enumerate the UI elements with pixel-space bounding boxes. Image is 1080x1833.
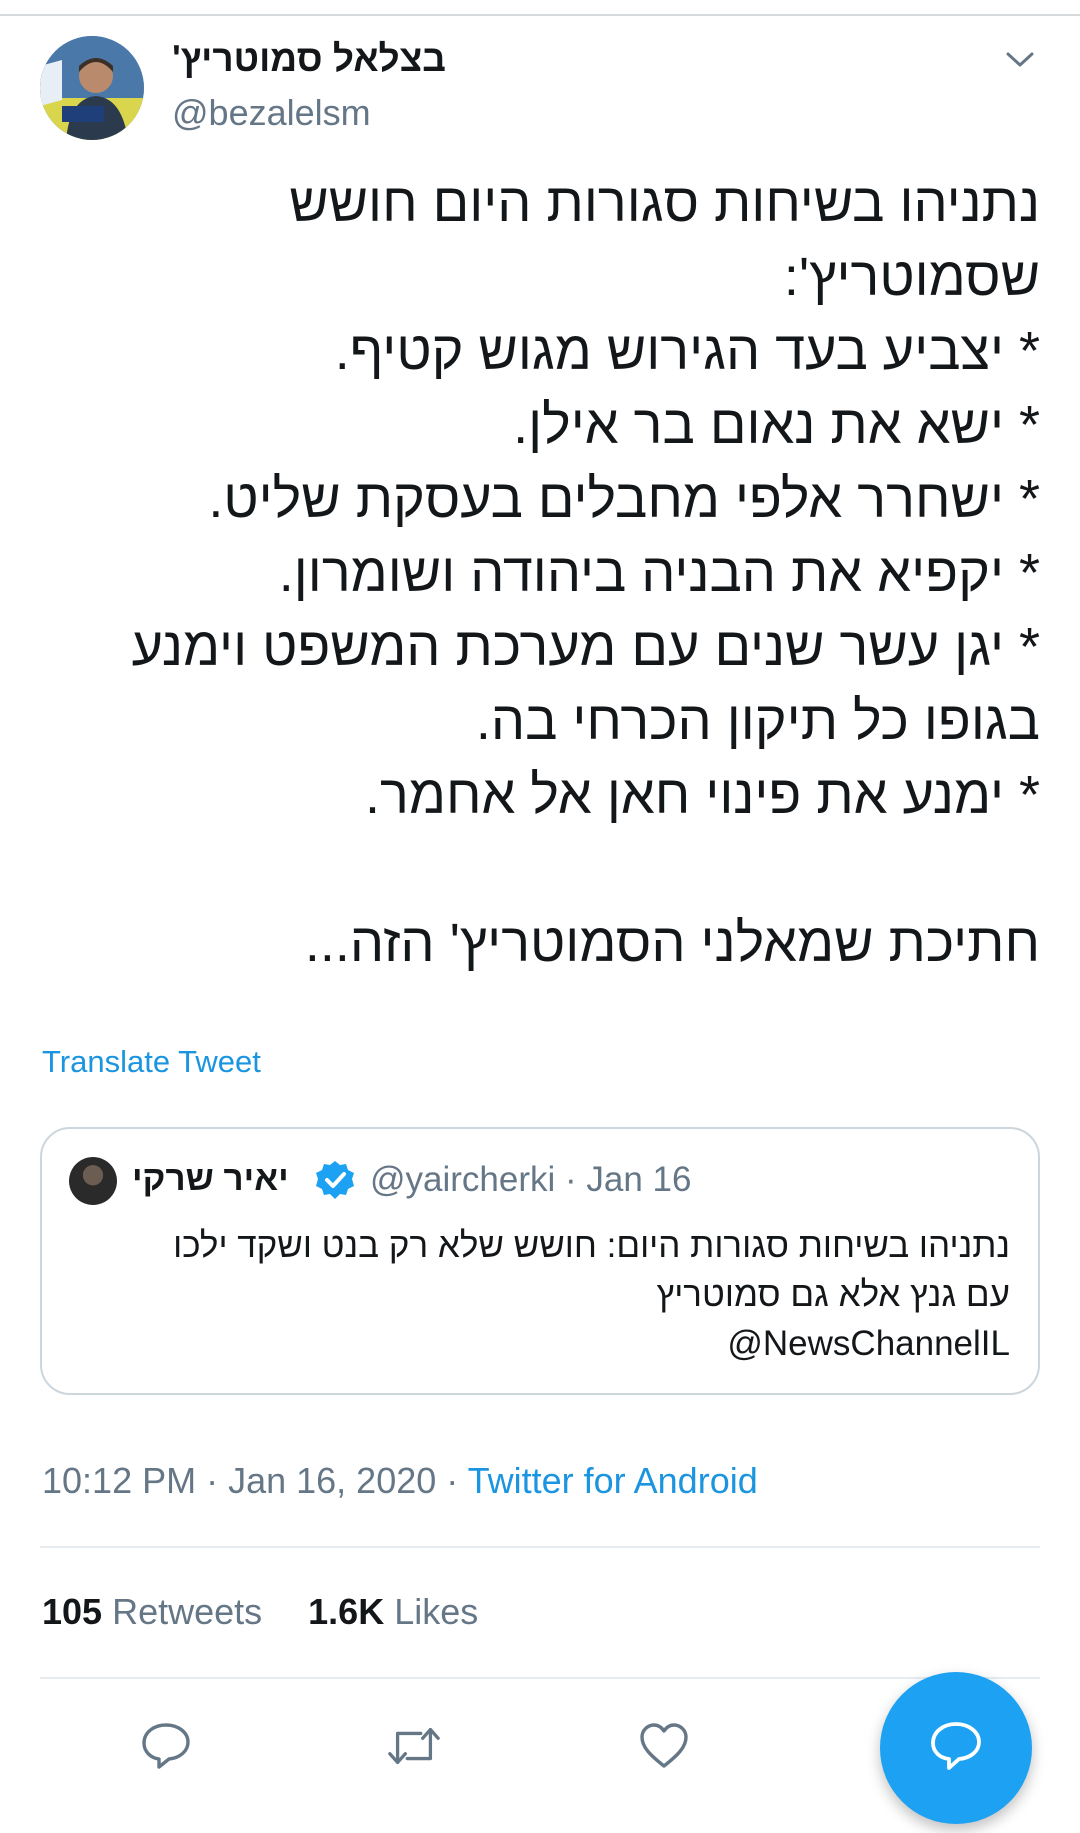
tweet-line: נתניהו בשיחות סגורות היום חושש: [289, 173, 1040, 233]
tweet-text: נתניהו בשיחות סגורות היום חושש שסמוטריץ'…: [40, 166, 1040, 980]
top-divider: [0, 14, 1080, 16]
quoted-tweet-card[interactable]: יאיר שרקי @yaircherki · Jan 16 נתניהו בש…: [40, 1127, 1040, 1395]
retweets-stat[interactable]: 105 Retweets: [42, 1591, 262, 1632]
likes-label: Likes: [384, 1591, 479, 1632]
author-name[interactable]: בצלאל סמוטריץ': [172, 38, 446, 80]
tweet-line: שסמוטריץ':: [783, 247, 1040, 307]
chevron-down-icon[interactable]: [1000, 40, 1040, 80]
tweet-meta: 10:12 PM · Jan 16, 2020 · Twitter for An…: [42, 1460, 758, 1502]
tweet-timestamp: 10:12 PM · Jan 16, 2020 ·: [42, 1460, 468, 1501]
engagement-stats: 105 Retweets 1.6K Likes: [42, 1591, 478, 1633]
retweet-icon[interactable]: [386, 1718, 442, 1774]
likes-stat[interactable]: 1.6K Likes: [308, 1591, 478, 1632]
author-avatar[interactable]: [40, 36, 144, 140]
tweet-line: * יצביע בעד הגירוש מגוש קטיף.: [334, 321, 1040, 381]
tweet-line: * יגן עשר שנים עם מערכת המשפט וימנע: [131, 617, 1040, 677]
tweet-line: חתיכת שמאלני הסמוטריץ' הזה...: [304, 913, 1040, 973]
tweet-line: * ישא את נאום בר אילן.: [513, 395, 1040, 455]
quoted-mention[interactable]: @NewsChannelIL: [72, 1319, 1010, 1368]
author-handle[interactable]: @bezalelsm: [172, 92, 371, 134]
compose-reply-icon: [929, 1720, 983, 1777]
compose-reply-button[interactable]: [880, 1672, 1032, 1824]
retweets-label: Retweets: [102, 1591, 263, 1632]
quoted-handle-date: @yaircherki · Jan 16: [370, 1160, 692, 1199]
tweet-line: * ימנע את פינוי חאן אל אחמר.: [365, 765, 1040, 825]
tweet-detail-screen: בצלאל סמוטריץ' @bezalelsm נתניהו בשיחות …: [0, 0, 1080, 1833]
tweet-line: * ישחרר אלפי מחבלים בעסקת שליט.: [208, 469, 1040, 529]
quoted-author-avatar: [69, 1157, 117, 1205]
tweet-source-link[interactable]: Twitter for Android: [468, 1460, 758, 1501]
quoted-line: נתניהו בשיחות סגורות היום: חושש שלא רק ב…: [173, 1226, 1010, 1265]
translate-tweet-link[interactable]: Translate Tweet: [42, 1044, 261, 1080]
quoted-author-name: יאיר שרקי: [132, 1159, 289, 1198]
quoted-line: עם גנץ אלא גם סמוטריץ: [656, 1275, 1010, 1314]
tweet-line: בגופו כל תיקון הכרחי בה.: [475, 691, 1040, 751]
retweets-count: 105: [42, 1591, 103, 1632]
divider: [40, 1677, 1040, 1679]
quoted-tweet-text: נתניהו בשיחות סגורות היום: חושש שלא רק ב…: [72, 1221, 1010, 1368]
reply-icon[interactable]: [138, 1718, 194, 1774]
likes-count: 1.6K: [308, 1591, 385, 1632]
verified-badge-icon: [314, 1159, 356, 1201]
tweet-line: * יקפיא את הבניה ביהודה ושומרון.: [278, 543, 1040, 603]
divider: [40, 1546, 1040, 1548]
heart-icon[interactable]: [636, 1718, 692, 1774]
